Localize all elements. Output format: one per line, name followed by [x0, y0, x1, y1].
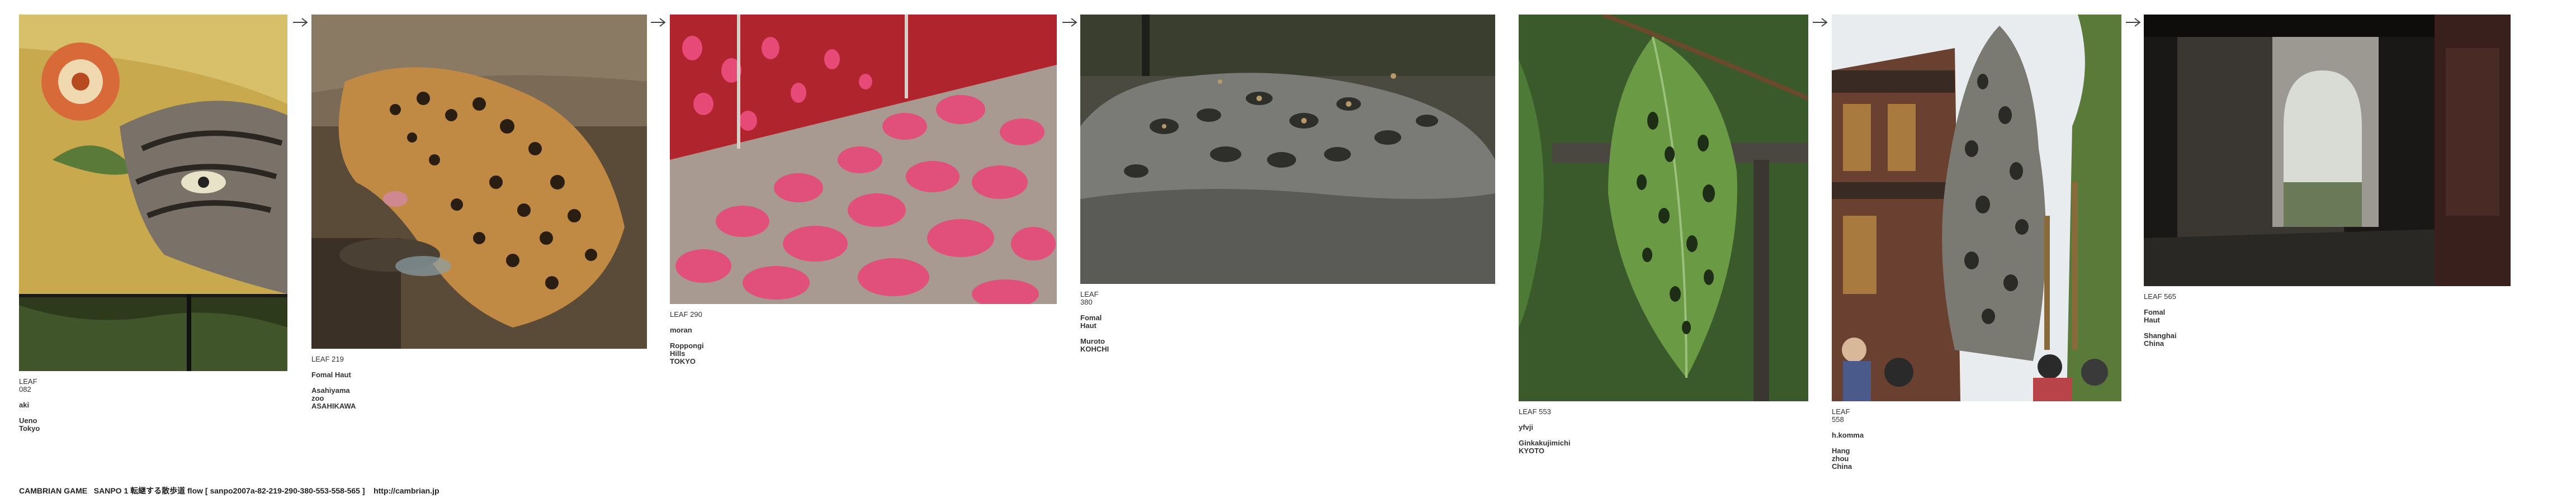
right-arrow-icon [1812, 17, 1828, 28]
leaf-author[interactable]: Fomal Haut [311, 371, 356, 379]
leaf-photo[interactable] [19, 15, 287, 371]
leaf-id: LEAF 290 [670, 310, 702, 319]
leaf-id: LEAF 082 [19, 377, 37, 393]
leaf-author[interactable]: Fomal Haut [2144, 309, 2177, 324]
footer-credit: CAMBRIAN GAME SANPO 1 転継する散歩道 flow [ san… [19, 486, 439, 495]
leaf-place: Muroto KOHCHI [1080, 337, 1109, 353]
leaf-author[interactable]: yfvji [1519, 424, 1570, 431]
leaf-photo[interactable] [311, 15, 647, 349]
leaf-place: Ueno Tokyo [19, 416, 40, 433]
leaf-place: Roppongi Hills TOKYO [670, 341, 704, 366]
leaf-photo[interactable] [2144, 15, 2511, 286]
leaf-author[interactable]: moran [670, 326, 704, 334]
leaf-place: Hang zhou China [1832, 447, 1852, 471]
leaf-author[interactable]: Fomal Haut [1080, 314, 1109, 330]
leaf-author[interactable]: aki [19, 401, 40, 409]
right-arrow-icon [292, 17, 309, 28]
leaf-id: LEAF 565 [2144, 292, 2176, 301]
leaf-id: LEAF 558 [1832, 407, 1850, 424]
leaf-photo[interactable] [670, 15, 1057, 304]
leaf-id: LEAF 380 [1080, 290, 1099, 306]
leaf-photo[interactable] [1832, 15, 2121, 401]
leaf-place: Shanghai China [2144, 331, 2177, 348]
right-arrow-icon [1061, 17, 1078, 28]
right-arrow-icon [650, 17, 667, 28]
leaf-photo[interactable] [1080, 15, 1495, 284]
leaf-place: Ginkakujimichi KYOTO [1519, 439, 1571, 455]
leaf-photo[interactable] [1519, 15, 1808, 401]
leaf-place: Asahiyama zoo ASAHIKAWA [311, 386, 356, 410]
leaf-id: LEAF 553 [1519, 407, 1551, 416]
leaf-id: LEAF 219 [311, 355, 344, 363]
leaf-author[interactable]: h.komma [1832, 431, 1864, 439]
right-arrow-icon [2125, 17, 2142, 28]
